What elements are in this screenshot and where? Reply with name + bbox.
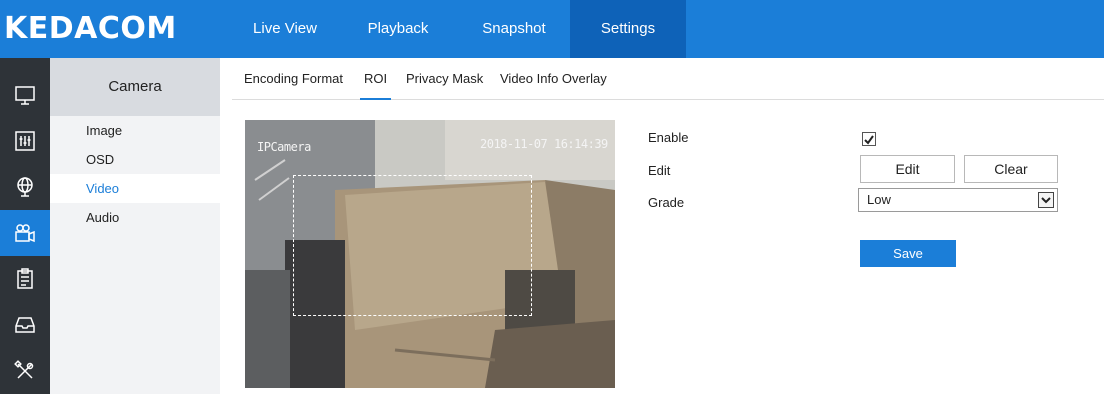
- roi-region[interactable]: [293, 175, 532, 316]
- enable-checkbox[interactable]: [862, 132, 876, 146]
- storage-tray-icon[interactable]: [0, 302, 50, 348]
- kedacom-logo: KEDACOM: [0, 0, 232, 58]
- subnav-header: Camera: [50, 58, 220, 116]
- tab-encoding-format[interactable]: Encoding Format: [244, 58, 343, 100]
- nav-live-view[interactable]: Live View: [232, 0, 338, 58]
- clear-button[interactable]: Clear: [964, 155, 1058, 183]
- globe-icon[interactable]: [0, 164, 50, 210]
- camera-subnav: Camera Image OSD Video Audio: [50, 58, 220, 394]
- icon-sidebar: [0, 58, 50, 394]
- osd-camera-name: IPCamera: [257, 140, 311, 154]
- chevron-down-icon[interactable]: [1038, 192, 1054, 208]
- clipboard-icon[interactable]: [0, 256, 50, 302]
- tab-privacy-mask[interactable]: Privacy Mask: [406, 58, 483, 100]
- subnav-item-osd[interactable]: OSD: [50, 145, 220, 174]
- osd-timestamp: 2018-11-07 16:14:39: [480, 137, 608, 151]
- nav-playback[interactable]: Playback: [338, 0, 458, 58]
- subnav-item-video[interactable]: Video: [50, 174, 220, 203]
- tab-video-info-overlay[interactable]: Video Info Overlay: [500, 58, 607, 100]
- roi-video-preview[interactable]: IPCamera 2018-11-07 16:14:39: [245, 120, 615, 388]
- nav-snapshot[interactable]: Snapshot: [458, 0, 570, 58]
- subnav-item-audio[interactable]: Audio: [50, 203, 220, 232]
- equalizer-icon[interactable]: [0, 118, 50, 164]
- camera-icon[interactable]: [0, 210, 50, 256]
- enable-label: Enable: [648, 130, 689, 145]
- subnav-item-image[interactable]: Image: [50, 116, 220, 145]
- settings-tabs: Encoding Format ROI Privacy Mask Video I…: [232, 58, 1104, 100]
- grade-label: Grade: [648, 195, 685, 210]
- nav-settings[interactable]: Settings: [570, 0, 686, 58]
- edit-label: Edit: [648, 163, 671, 178]
- checkmark-icon: [864, 135, 874, 145]
- monitor-icon[interactable]: [0, 72, 50, 118]
- edit-button[interactable]: Edit: [860, 155, 955, 183]
- save-button[interactable]: Save: [860, 240, 956, 267]
- grade-select-value: Low: [867, 192, 891, 207]
- tools-icon[interactable]: [0, 348, 50, 394]
- grade-select[interactable]: Low: [858, 188, 1058, 212]
- tab-roi[interactable]: ROI: [360, 58, 392, 100]
